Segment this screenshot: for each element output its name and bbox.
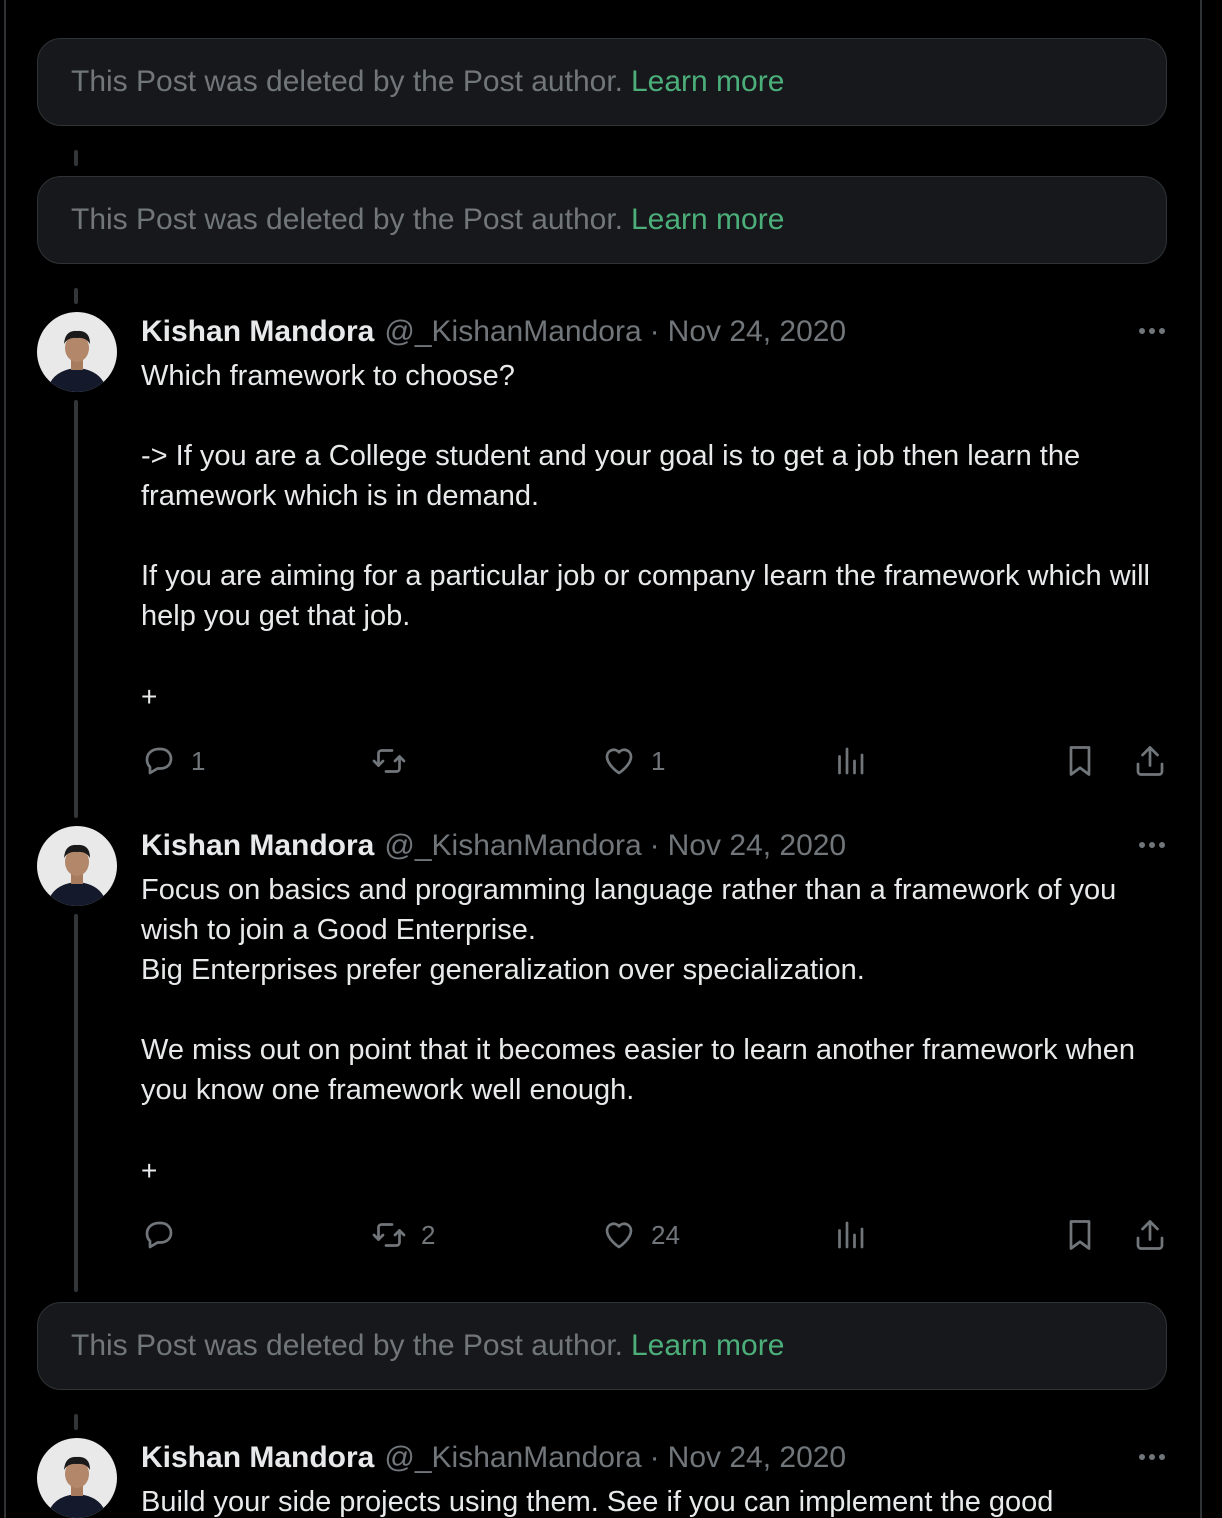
thread-connector bbox=[74, 288, 78, 304]
thread-connector bbox=[74, 1414, 78, 1430]
reply-button[interactable] bbox=[141, 1215, 191, 1255]
heart-icon bbox=[605, 748, 633, 775]
tweet-text: Which framework to choose? -> If you are… bbox=[141, 360, 1150, 632]
expand-thread-plus[interactable]: + bbox=[141, 1156, 157, 1186]
like-count: 24 bbox=[651, 1219, 680, 1250]
reply-count: 1 bbox=[191, 745, 206, 776]
views-button[interactable] bbox=[832, 741, 868, 781]
retweet-icon bbox=[372, 1223, 406, 1247]
more-icon[interactable] bbox=[1132, 830, 1172, 860]
separator: · bbox=[649, 829, 660, 862]
bookmark-icon bbox=[1069, 1220, 1091, 1250]
author-name[interactable]: Kishan Mandora bbox=[141, 1441, 374, 1475]
retweet-count: 2 bbox=[421, 1219, 436, 1250]
more-icon[interactable] bbox=[1132, 316, 1172, 346]
share-icon bbox=[1136, 746, 1164, 776]
deleted-post-text: This Post was deleted by the Post author… bbox=[71, 203, 623, 236]
expand-thread-plus[interactable]: + bbox=[141, 682, 157, 712]
learn-more-link[interactable]: Learn more bbox=[631, 203, 784, 237]
views-icon bbox=[838, 1221, 864, 1249]
author-name[interactable]: Kishan Mandora bbox=[141, 315, 374, 349]
learn-more-link[interactable]: Learn more bbox=[631, 65, 784, 99]
reply-icon bbox=[145, 1221, 173, 1249]
tweet-header: Kishan Mandora @_KishanMandora · Nov 24,… bbox=[141, 1438, 846, 1478]
share-icon bbox=[1136, 1220, 1164, 1250]
retweet-button[interactable]: 2 bbox=[371, 1215, 435, 1255]
post-date[interactable]: Nov 24, 2020 bbox=[668, 315, 846, 349]
author-handle[interactable]: @_KishanMandora bbox=[384, 315, 641, 349]
reply-icon bbox=[145, 747, 173, 775]
thread-line bbox=[74, 400, 78, 818]
post-date[interactable]: Nov 24, 2020 bbox=[668, 1441, 846, 1475]
avatar[interactable] bbox=[37, 1438, 117, 1518]
author-name[interactable]: Kishan Mandora bbox=[141, 829, 374, 863]
deleted-post-notice: This Post was deleted by the Post author… bbox=[37, 176, 1167, 264]
deleted-post-text: This Post was deleted by the Post author… bbox=[71, 1329, 623, 1362]
more-icon[interactable] bbox=[1132, 1442, 1172, 1472]
bookmark-icon bbox=[1069, 746, 1091, 776]
views-button[interactable] bbox=[832, 1215, 868, 1255]
avatar[interactable] bbox=[37, 312, 117, 392]
like-count: 1 bbox=[651, 745, 666, 776]
share-button[interactable] bbox=[1132, 741, 1168, 781]
deleted-post-text: This Post was deleted by the Post author… bbox=[71, 65, 623, 98]
column-border-left bbox=[4, 0, 6, 1518]
reply-button[interactable]: 1 bbox=[141, 741, 205, 781]
thread-line bbox=[74, 914, 78, 1292]
separator: · bbox=[649, 1441, 660, 1474]
tweet-header: Kishan Mandora @_KishanMandora · Nov 24,… bbox=[141, 826, 846, 866]
column-border-right bbox=[1200, 0, 1202, 1518]
post-date[interactable]: Nov 24, 2020 bbox=[668, 829, 846, 863]
share-button[interactable] bbox=[1132, 1215, 1168, 1255]
author-handle[interactable]: @_KishanMandora bbox=[384, 829, 641, 863]
avatar[interactable] bbox=[37, 826, 117, 906]
separator: · bbox=[649, 315, 660, 348]
tweet-text: Build your side projects using them. See… bbox=[141, 1486, 1054, 1518]
thread-connector bbox=[74, 150, 78, 166]
learn-more-link[interactable]: Learn more bbox=[631, 1329, 784, 1363]
like-button[interactable]: 1 bbox=[601, 741, 665, 781]
like-button[interactable]: 24 bbox=[601, 1215, 680, 1255]
deleted-post-notice: This Post was deleted by the Post author… bbox=[37, 38, 1167, 126]
deleted-post-notice: This Post was deleted by the Post author… bbox=[37, 1302, 1167, 1390]
heart-icon bbox=[605, 1222, 633, 1249]
author-handle[interactable]: @_KishanMandora bbox=[384, 1441, 641, 1475]
tweet-header: Kishan Mandora @_KishanMandora · Nov 24,… bbox=[141, 312, 846, 352]
bookmark-button[interactable] bbox=[1062, 741, 1098, 781]
thread-page: This Post was deleted by the Post author… bbox=[0, 0, 1222, 1518]
bookmark-button[interactable] bbox=[1062, 1215, 1098, 1255]
views-icon bbox=[838, 747, 864, 775]
retweet-icon bbox=[372, 749, 406, 773]
retweet-button[interactable] bbox=[371, 741, 421, 781]
tweet-text: Focus on basics and programming language… bbox=[141, 874, 1136, 1106]
